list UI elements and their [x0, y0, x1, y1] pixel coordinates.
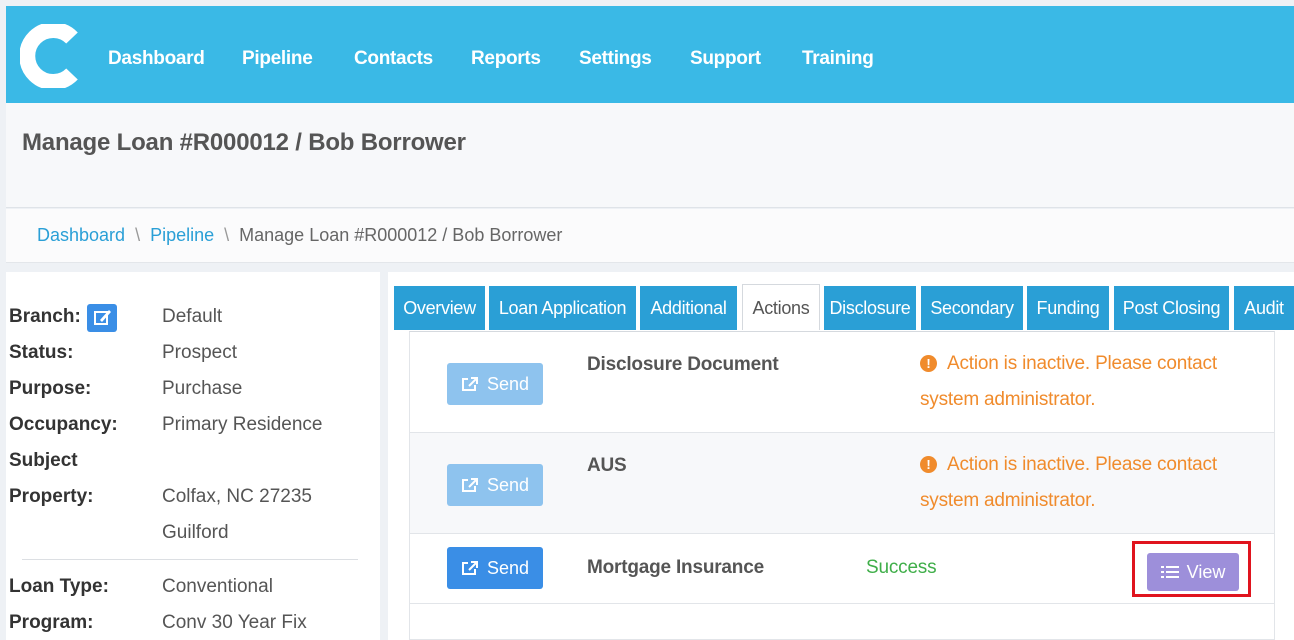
info-value: Primary Residence — [162, 414, 323, 435]
send-button-label: Send — [486, 475, 530, 495]
send-button-label: Send — [486, 374, 530, 394]
breadcrumb-pipeline[interactable]: Pipeline — [150, 225, 214, 245]
divider — [22, 559, 358, 560]
send-button[interactable]: Send — [447, 464, 543, 506]
nav-dashboard[interactable]: Dashboard — [108, 48, 205, 70]
tab-actions[interactable]: Actions — [742, 284, 820, 330]
tab-audit[interactable]: Audit — [1234, 286, 1294, 330]
actions-list: Send Disclosure Document ! Action is inac… — [409, 331, 1275, 640]
breadcrumb-current: Manage Loan #R000012 / Bob Borrower — [239, 225, 563, 245]
info-value: Conventional — [162, 576, 273, 597]
info-value: Purchase — [162, 378, 243, 399]
action-status-success: Success — [866, 557, 937, 578]
page-title: Manage Loan #R000012 / Bob Borrower — [22, 129, 466, 156]
breadcrumb-separator: \ — [224, 225, 230, 245]
tab-additional[interactable]: Additional — [640, 286, 737, 330]
action-status-warning: ! Action is inactive. Please contact syst… — [920, 353, 1217, 410]
tab-funding[interactable]: Funding — [1027, 286, 1109, 330]
info-value: Colfax, NC 27235 — [162, 486, 312, 507]
tab-loan-application[interactable]: Loan Application — [489, 286, 636, 330]
view-button[interactable]: View — [1147, 553, 1239, 591]
info-label: Branch: — [9, 306, 81, 327]
tab-secondary[interactable]: Secondary — [921, 286, 1023, 330]
info-value: Conv 30 Year Fix — [162, 612, 307, 633]
nav-support[interactable]: Support — [690, 48, 761, 70]
send-button-label: Send — [486, 558, 530, 578]
action-name: Disclosure Document — [587, 354, 779, 375]
page-header: Manage Loan #R000012 / Bob Borrower — [6, 103, 1294, 208]
info-label: Program: — [9, 612, 94, 633]
loan-detail-panel: Overview Loan Application Additional Act… — [388, 272, 1294, 640]
edit-icon[interactable] — [87, 304, 117, 332]
loan-info-panel: Branch: Default Status: Prospect Purpose… — [6, 272, 380, 640]
view-button-label: View — [1186, 562, 1226, 582]
send-button[interactable]: Send — [447, 547, 543, 589]
top-nav-bar: Dashboard Pipeline Contacts Reports Sett… — [6, 6, 1294, 103]
action-row-mortgage-insurance: Send Mortgage Insurance Success View — [410, 534, 1274, 604]
view-button-highlight: View — [1132, 541, 1251, 597]
nav-settings[interactable]: Settings — [579, 48, 652, 70]
tab-disclosure[interactable]: Disclosure — [824, 286, 916, 330]
info-value: Guilford — [162, 522, 229, 543]
action-row-disclosure-document: Send Disclosure Document ! Action is inac… — [410, 332, 1274, 433]
info-label: Purpose: — [9, 378, 92, 399]
info-label: Subject — [9, 450, 78, 471]
action-row-aus: Send AUS ! Action is inactive. Please con… — [410, 433, 1274, 534]
action-name: AUS — [587, 455, 627, 476]
share-icon — [461, 478, 478, 492]
nav-pipeline[interactable]: Pipeline — [242, 48, 313, 70]
tab-overview[interactable]: Overview — [394, 286, 485, 330]
breadcrumb-separator: \ — [135, 225, 141, 245]
share-icon — [461, 377, 478, 391]
info-label: Loan Type: — [9, 576, 109, 597]
breadcrumb: Dashboard \ Pipeline \ Manage Loan #R000012 … — [6, 209, 1294, 263]
nav-reports[interactable]: Reports — [471, 48, 541, 70]
breadcrumb-dashboard[interactable]: Dashboard — [37, 225, 125, 245]
share-icon — [461, 561, 478, 575]
info-value: Prospect — [162, 342, 237, 363]
nav-training[interactable]: Training — [802, 48, 874, 70]
app-logo[interactable] — [20, 24, 80, 88]
exclamation-icon: ! — [920, 456, 937, 473]
info-label: Status: — [9, 342, 74, 363]
tab-post-closing[interactable]: Post Closing — [1114, 286, 1229, 330]
info-label: Occupancy: — [9, 414, 118, 435]
info-label: Property: — [9, 486, 94, 507]
info-value: Default — [162, 306, 223, 327]
send-button[interactable]: Send — [447, 363, 543, 405]
action-status-warning: ! Action is inactive. Please contact syst… — [920, 454, 1217, 511]
exclamation-icon: ! — [920, 355, 937, 372]
list-icon — [1160, 566, 1179, 578]
action-name: Mortgage Insurance — [587, 557, 764, 578]
nav-contacts[interactable]: Contacts — [354, 48, 433, 70]
